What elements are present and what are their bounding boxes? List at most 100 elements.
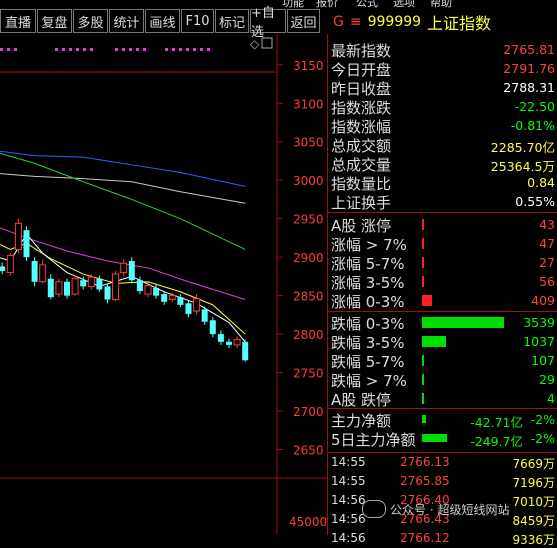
add-watchlist-button[interactable]: +自选: [250, 6, 286, 40]
candlestick-chart-area[interactable]: ◇ 3150 3100 3050 3000 2950 2900 2850 2800 2750 270…: [0, 34, 327, 535]
candle-body[interactable]: [193, 298, 201, 312]
stat-row: 昨日收盘 2788.31: [328, 78, 557, 98]
flow-label: 主力净额: [331, 412, 392, 430]
marker-dot: [165, 48, 168, 51]
candle-body[interactable]: [104, 286, 111, 300]
candle-body[interactable]: [136, 280, 143, 292]
distribution-bar: [422, 257, 424, 268]
candle-body[interactable]: [55, 281, 63, 295]
stat-value: 2791.76: [503, 61, 555, 76]
distribution-count: 4: [547, 391, 555, 406]
candle-body[interactable]: [23, 230, 30, 258]
draw-line-button[interactable]: 画线: [145, 9, 180, 33]
flow-row: 5日主力净额 -249.7亿 -2%: [328, 429, 557, 449]
chart-toolbar: 直播 复盘 多股 统计 画线 F10 标记 +自选 返回: [0, 6, 327, 40]
candle-body[interactable]: [185, 303, 192, 315]
marker-dot: [172, 48, 175, 51]
marker-dot: [90, 48, 93, 51]
stat-label: 上证换手: [331, 194, 392, 212]
replay-button[interactable]: 复盘: [37, 9, 72, 33]
distribution-row: 跌幅 > 7% 29: [328, 370, 557, 390]
marker-dot: [129, 48, 132, 51]
candle-body[interactable]: [128, 261, 135, 281]
candle-body[interactable]: [112, 273, 120, 300]
candle-body[interactable]: [209, 320, 216, 335]
candle-body[interactable]: [31, 261, 38, 282]
kline-chart-svg[interactable]: ◇ 3150 3100 3050 3000 2950 2900 2850 2800 2750 270…: [0, 34, 327, 535]
distribution-label: 跌幅 0-3%: [331, 315, 405, 333]
marker-dot: [76, 48, 79, 51]
marker-dot: [186, 48, 189, 51]
stat-label: 指数量比: [331, 175, 392, 193]
multi-stock-button[interactable]: 多股: [73, 9, 108, 33]
stat-label: 昨日收盘: [331, 80, 392, 98]
distribution-row: A股 涨停 43: [328, 215, 557, 235]
back-button[interactable]: 返回: [287, 9, 320, 33]
marker-dot: [7, 48, 10, 51]
distribution-count: 3539: [523, 315, 555, 330]
candle-body[interactable]: [161, 294, 168, 302]
candle-body[interactable]: [168, 295, 176, 300]
collapse-icon[interactable]: ◇: [250, 37, 260, 51]
distribution-count: 29: [539, 372, 555, 387]
distribution-row: 跌幅 0-3% 3539: [328, 313, 557, 333]
candle-body[interactable]: [47, 278, 54, 298]
menu-item[interactable]: 选项: [393, 0, 415, 9]
candle-body[interactable]: [144, 285, 152, 295]
distribution-bar: [422, 276, 424, 287]
distribution-row: 涨幅 3-5% 56: [328, 272, 557, 292]
candle-body[interactable]: [71, 278, 79, 295]
menu-icon[interactable]: ≡: [350, 14, 362, 30]
candle-body[interactable]: [233, 338, 241, 346]
candle-body[interactable]: [14, 222, 22, 250]
stat-row: 指数量比 0.84: [328, 173, 557, 193]
menu-item[interactable]: 帮助: [430, 0, 452, 9]
distribution-count: 107: [531, 353, 555, 368]
candle-body[interactable]: [120, 262, 128, 274]
index-name: 上证指数: [427, 13, 492, 33]
stat-value: -22.50: [514, 99, 555, 114]
price-tick-label: 3150: [293, 59, 324, 73]
candle-body[interactable]: [64, 281, 70, 296]
candle-body[interactable]: [201, 309, 208, 322]
candle-body[interactable]: [6, 255, 14, 274]
distribution-label: A股 涨停: [331, 217, 392, 235]
candle-body[interactable]: [242, 341, 249, 361]
divider: [328, 408, 557, 409]
volume-tick-label: 45000: [289, 515, 327, 529]
trade-price: 2766.13: [400, 455, 450, 469]
candle-body[interactable]: [96, 278, 103, 290]
mark-button[interactable]: 标记: [215, 9, 249, 33]
candle-body[interactable]: [153, 287, 160, 296]
candle-body[interactable]: [226, 341, 232, 345]
candle-body[interactable]: [80, 280, 87, 287]
marker-dot: [0, 48, 3, 51]
marker-dot: [55, 48, 58, 51]
maximize-icon[interactable]: [261, 37, 273, 49]
candle-body[interactable]: [87, 276, 95, 287]
stat-value: 0.84: [527, 175, 555, 190]
flow-bar: [422, 434, 447, 442]
f10-button[interactable]: F10: [181, 9, 214, 33]
marker-dot: [115, 48, 118, 51]
g-badge[interactable]: G: [333, 14, 344, 30]
price-tick-label: 3100: [293, 97, 324, 111]
wechat-icon: [362, 500, 386, 518]
menu-item[interactable]: 功能: [282, 0, 304, 9]
stat-label: 指数涨幅: [331, 118, 392, 136]
flow-pct: -2%: [530, 412, 555, 427]
statistics-button[interactable]: 统计: [109, 9, 144, 33]
distribution-bar: [422, 355, 424, 366]
menu-item[interactable]: 公式: [356, 0, 378, 9]
candle-body[interactable]: [39, 264, 47, 283]
candle-body[interactable]: [177, 297, 184, 305]
marker-dot: [193, 48, 196, 51]
flow-row: 主力净额 -42.71亿 -2%: [328, 410, 557, 430]
candle-body[interactable]: [217, 334, 224, 342]
menu-item[interactable]: 报价: [316, 0, 338, 9]
candle-body[interactable]: [0, 266, 6, 272]
trade-time: 14:56: [331, 531, 366, 545]
live-button[interactable]: 直播: [0, 9, 36, 33]
tick-trades-panel[interactable]: 14:55 2766.13 7669万 14:55 2765.85 7196万 14:56 2…: [328, 453, 557, 547]
flow-pct: -2%: [530, 431, 555, 446]
